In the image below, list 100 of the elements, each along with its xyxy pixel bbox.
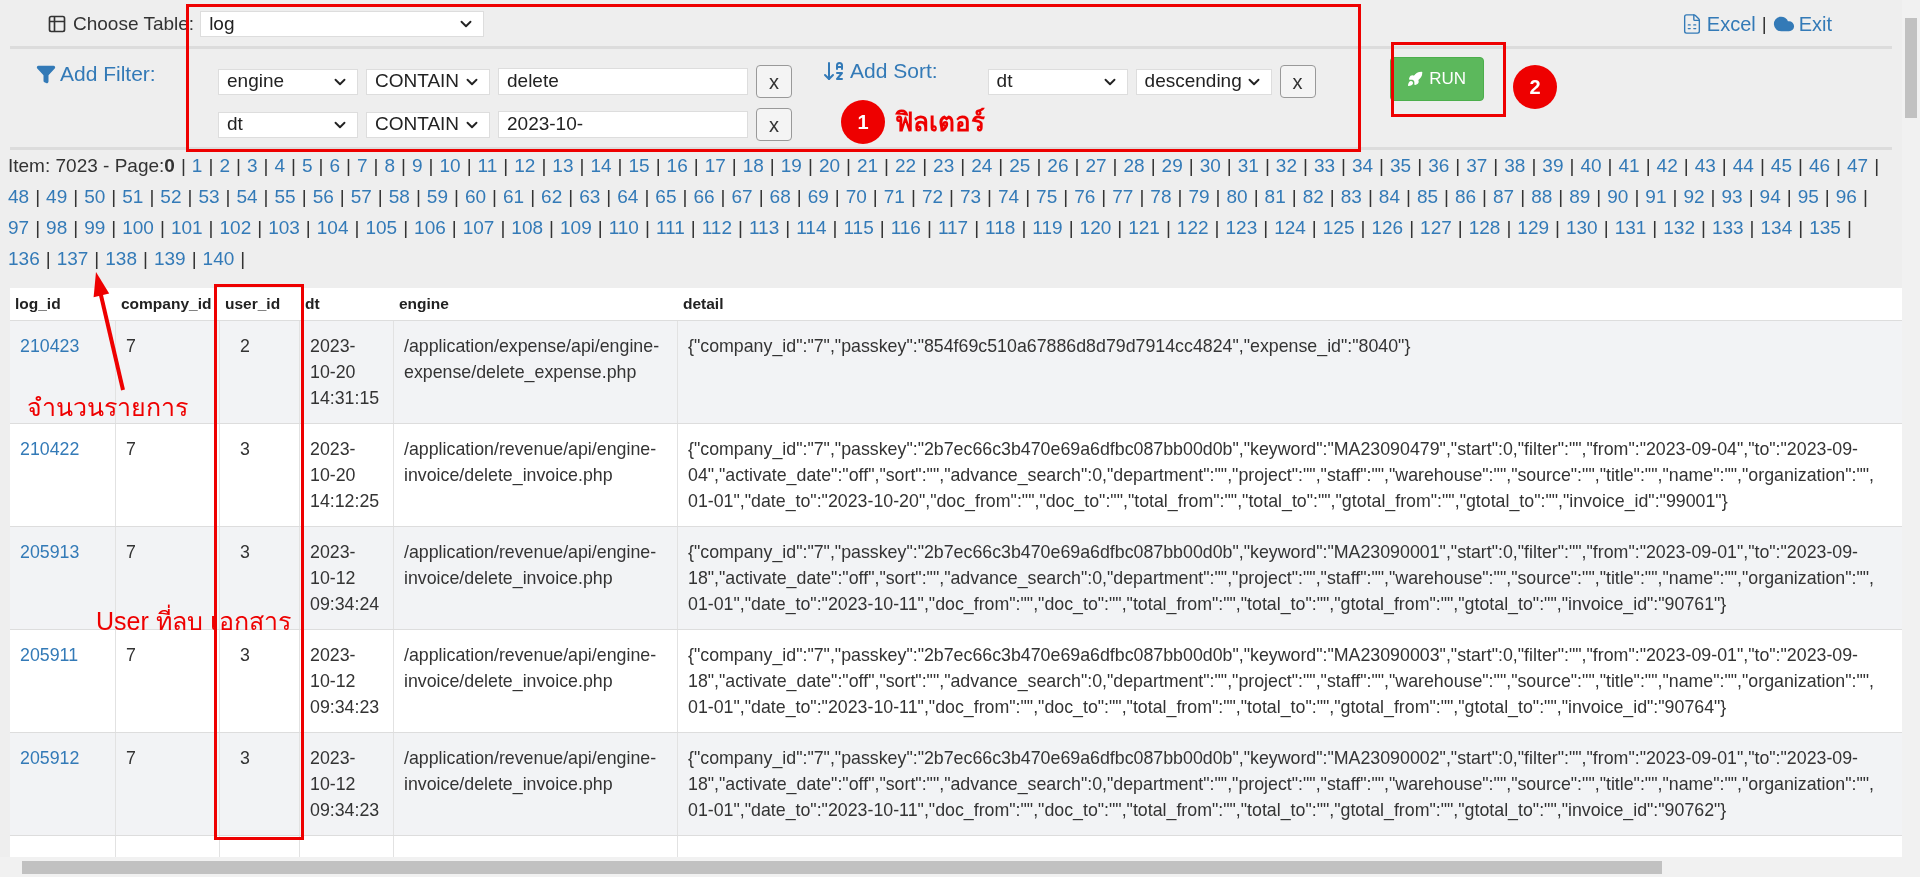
page-link[interactable]: 125 [1322, 212, 1355, 243]
page-link[interactable]: 92 [1683, 181, 1705, 212]
page-link[interactable]: 103 [268, 212, 300, 243]
page-link[interactable]: 2 [219, 150, 230, 181]
page-link[interactable]: 86 [1454, 181, 1477, 212]
page-link[interactable]: 134 [1760, 212, 1793, 243]
page-link[interactable]: 12 [514, 150, 536, 181]
page-link[interactable]: 39 [1542, 150, 1564, 181]
page-link[interactable]: 9 [412, 150, 423, 181]
exit-link[interactable]: Exit [1772, 9, 1832, 39]
page-link[interactable]: 45 [1770, 150, 1792, 181]
page-link[interactable]: 6 [329, 150, 340, 181]
page-link[interactable]: 87 [1493, 181, 1515, 212]
page-link[interactable]: 63 [579, 181, 601, 212]
page-link[interactable]: 25 [1009, 150, 1031, 181]
page-link[interactable]: 48 [8, 181, 30, 212]
page-link[interactable]: 35 [1390, 150, 1412, 181]
page-link[interactable]: 123 [1225, 212, 1258, 243]
scrollbar-thumb[interactable] [1905, 18, 1917, 118]
page-link[interactable]: 137 [56, 243, 89, 274]
page-link[interactable]: 5 [301, 150, 313, 181]
page-link[interactable]: 83 [1340, 181, 1362, 212]
page-link[interactable]: 15 [628, 150, 650, 181]
page-link[interactable]: 23 [933, 150, 955, 181]
page-link[interactable]: 70 [845, 181, 867, 212]
page-link[interactable]: 55 [274, 181, 296, 212]
filter-value-field[interactable]: delete [498, 68, 748, 95]
page-link[interactable]: 98 [46, 212, 68, 243]
page-link[interactable]: 127 [1420, 212, 1452, 243]
field-select[interactable]: engine [218, 68, 358, 95]
page-link[interactable]: 62 [541, 181, 563, 212]
page-link[interactable]: 111 [655, 212, 685, 243]
page-link[interactable]: 51 [122, 181, 144, 212]
page-link[interactable]: 44 [1732, 150, 1754, 181]
page-link[interactable]: 114 [796, 212, 827, 243]
page-link[interactable]: 76 [1074, 181, 1096, 212]
page-link[interactable]: 99 [84, 212, 106, 243]
page-link[interactable]: 93 [1721, 181, 1743, 212]
page-link[interactable]: 68 [769, 181, 791, 212]
page-link[interactable]: 32 [1275, 150, 1297, 181]
page-link[interactable]: 4 [274, 150, 285, 181]
log-id-link[interactable]: 205912 [20, 748, 80, 768]
page-link[interactable]: 79 [1188, 181, 1210, 212]
page-link[interactable]: 74 [998, 181, 1020, 212]
page-link[interactable]: 21 [856, 150, 879, 181]
page-link[interactable]: 124 [1274, 212, 1306, 243]
page-link[interactable]: 104 [316, 212, 349, 243]
page-link[interactable]: 138 [105, 243, 137, 274]
page-link[interactable]: 17 [704, 150, 726, 181]
page-link[interactable]: 131 [1614, 212, 1647, 243]
page-link[interactable]: 36 [1428, 150, 1450, 181]
page-link[interactable]: 84 [1378, 181, 1400, 212]
run-button[interactable]: RUN [1389, 57, 1484, 101]
operator-select[interactable]: CONTAIN [366, 111, 490, 138]
page-link[interactable]: 130 [1566, 212, 1598, 243]
table-select[interactable]: log [200, 11, 485, 37]
page-link[interactable]: 50 [84, 181, 106, 212]
page-link[interactable]: 22 [895, 150, 917, 181]
page-link[interactable]: 122 [1176, 212, 1209, 243]
page-link[interactable]: 13 [552, 150, 574, 181]
page-link[interactable]: 119 [1032, 212, 1063, 243]
page-link[interactable]: 29 [1161, 150, 1183, 181]
log-id-link[interactable]: 210422 [20, 439, 80, 459]
page-link[interactable]: 105 [365, 212, 398, 243]
page-link[interactable]: 136 [8, 243, 40, 274]
page-link[interactable]: 47 [1847, 150, 1869, 181]
page-link[interactable]: 113 [748, 212, 780, 243]
remove-filter-button[interactable]: x [756, 65, 792, 98]
page-link[interactable]: 116 [890, 212, 921, 243]
page-link[interactable]: 128 [1468, 212, 1501, 243]
page-link[interactable]: 34 [1351, 150, 1374, 181]
page-link[interactable]: 118 [985, 212, 1016, 243]
page-link[interactable]: 18 [742, 150, 764, 181]
log-id-link[interactable]: 210423 [20, 336, 80, 356]
page-link[interactable]: 7 [356, 150, 368, 181]
page-link[interactable]: 56 [312, 181, 334, 212]
page-link[interactable]: 95 [1797, 181, 1819, 212]
remove-sort-button[interactable]: x [1279, 65, 1316, 98]
page-link[interactable]: 112 [701, 212, 732, 243]
page-link[interactable]: 91 [1645, 181, 1667, 212]
page-link[interactable]: 20 [818, 150, 840, 181]
page-link[interactable]: 120 [1079, 212, 1112, 243]
page-link[interactable]: 53 [198, 181, 220, 212]
field-select[interactable]: dt [218, 111, 358, 138]
page-link[interactable]: 108 [511, 212, 544, 243]
page-link[interactable]: 8 [384, 150, 396, 181]
page-link[interactable]: 82 [1302, 181, 1324, 212]
page-link[interactable]: 3 [246, 150, 258, 181]
add-sort-label[interactable]: Add Sort: [850, 55, 938, 87]
page-link[interactable]: 14 [590, 150, 612, 181]
page-link[interactable]: 27 [1085, 150, 1107, 181]
page-link[interactable]: 78 [1150, 181, 1172, 212]
page-link[interactable]: 72 [921, 181, 943, 212]
page-link[interactable]: 100 [122, 212, 154, 243]
page-link[interactable]: 71 [883, 181, 905, 212]
page-link[interactable]: 28 [1123, 150, 1145, 181]
page-link[interactable]: 75 [1036, 181, 1058, 212]
page-link[interactable]: 66 [693, 181, 715, 212]
page-link[interactable]: 16 [666, 150, 688, 181]
page-link[interactable]: 126 [1371, 212, 1404, 243]
